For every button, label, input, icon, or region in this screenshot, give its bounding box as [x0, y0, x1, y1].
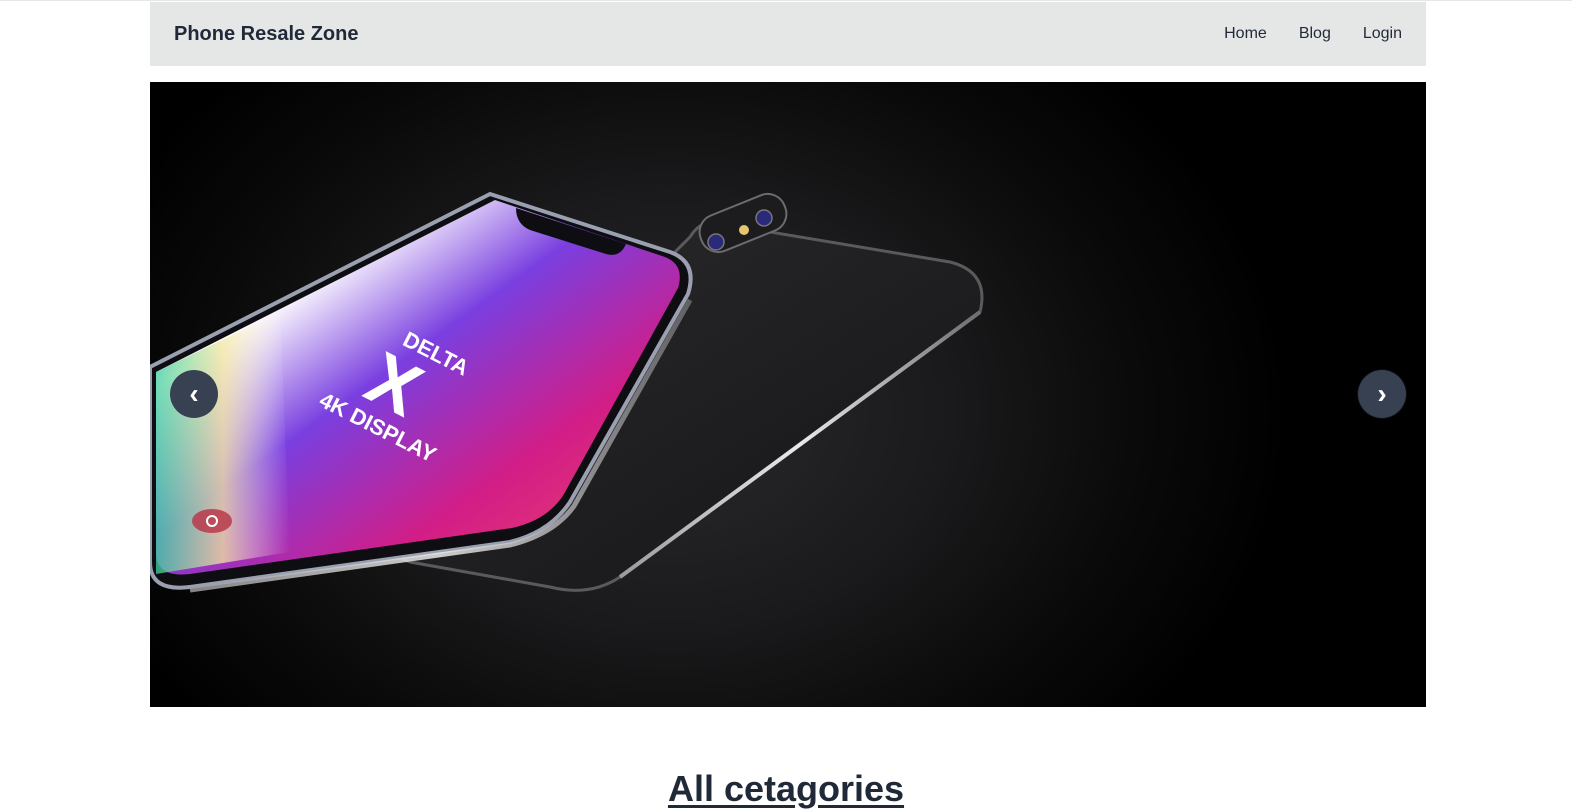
- all-categories-heading: All cetagories: [667, 767, 905, 809]
- nav-login-link[interactable]: Login: [1363, 25, 1402, 43]
- hero-carousel: DELTA X 4K DISPLAY ‹ ›: [150, 82, 1426, 707]
- top-border: [0, 0, 1572, 1]
- carousel-next-button[interactable]: ›: [1358, 370, 1406, 418]
- nav-home-link[interactable]: Home: [1224, 25, 1267, 43]
- nav-blog-link[interactable]: Blog: [1299, 25, 1331, 43]
- navbar: Phone Resale Zone Home Blog Login: [150, 2, 1426, 66]
- carousel-prev-button[interactable]: ‹: [170, 370, 218, 418]
- brand-logo-text[interactable]: Phone Resale Zone: [174, 23, 359, 46]
- nav-links: Home Blog Login: [1192, 25, 1402, 43]
- phone-product-image: DELTA X 4K DISPLAY: [150, 191, 984, 593]
